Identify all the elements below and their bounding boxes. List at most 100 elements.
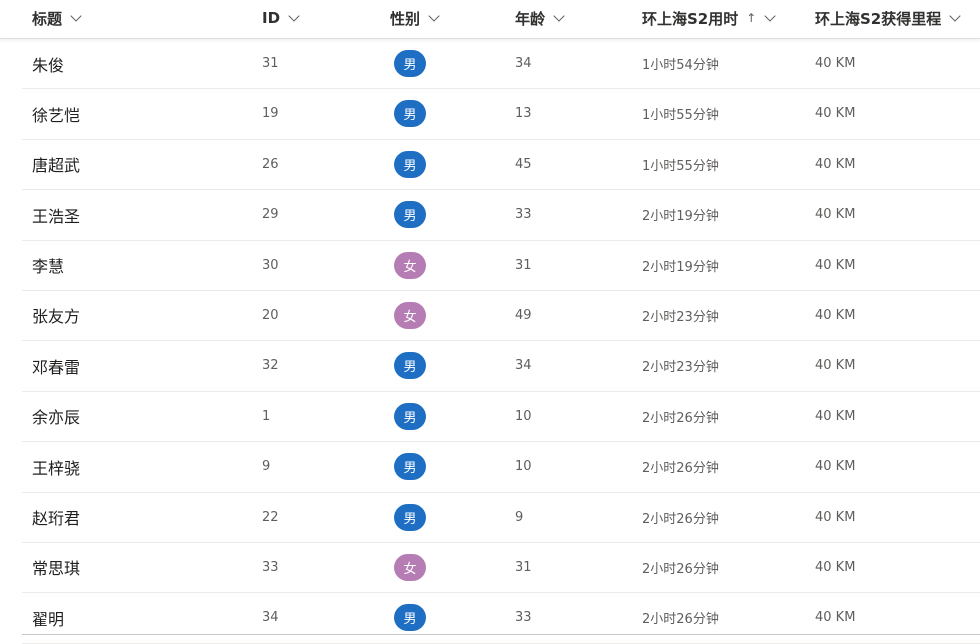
- cell-id: 30: [262, 257, 279, 273]
- chevron-down-icon: [764, 10, 776, 22]
- cell-time: 2小时23分钟: [642, 360, 719, 376]
- cell-gender: 男: [394, 140, 426, 189]
- gender-badge: 男: [394, 201, 426, 229]
- cell-title[interactable]: 邓春雷: [32, 341, 80, 390]
- table-row[interactable]: 唐超武 26 男 45 1小时55分钟 40 KM: [22, 140, 980, 191]
- cell-id: 9: [262, 459, 271, 475]
- gender-badge: 男: [394, 503, 426, 531]
- cell-gender: 女: [394, 543, 426, 592]
- cell-age: 9: [515, 509, 524, 525]
- gender-badge: 女: [394, 251, 426, 279]
- cell-id: 20: [262, 307, 279, 323]
- cell-km: 40 KM: [815, 307, 856, 323]
- table-row[interactable]: 赵珩君 22 男 9 2小时26分钟 40 KM: [22, 493, 980, 543]
- table-row[interactable]: 常思琪 33 女 31 2小时26分钟 40 KM: [22, 543, 980, 594]
- cell-time: 1小时54分钟: [642, 58, 719, 73]
- cell-gender: 男: [394, 190, 426, 239]
- table-row[interactable]: 王梓骁 9 男 10 2小时26分钟 40 KM: [22, 442, 980, 493]
- cell-title[interactable]: 唐超武: [32, 140, 80, 189]
- cell-km: 40 KM: [815, 408, 856, 424]
- cell-title[interactable]: 王梓骁: [32, 442, 80, 491]
- cell-age: 31: [515, 257, 532, 273]
- cell-km: 40 KM: [815, 207, 856, 223]
- cell-title[interactable]: 李慧: [32, 241, 64, 290]
- cell-gender: 男: [394, 39, 426, 88]
- table-row[interactable]: 王浩圣 29 男 33 2小时19分钟 40 KM: [22, 190, 980, 241]
- column-header-gender-label: 性别: [390, 9, 421, 28]
- cell-km: 40 KM: [815, 257, 856, 273]
- cell-km: 40 KM: [815, 509, 856, 525]
- cell-time: 1小时55分钟: [642, 108, 719, 124]
- cell-gender: 男: [394, 392, 426, 441]
- cell-time: 2小时26分钟: [642, 511, 719, 527]
- cell-time: 2小时26分钟: [642, 410, 719, 426]
- column-header-time-label: 环上海S2用时: [642, 9, 739, 28]
- chevron-down-icon: [949, 10, 961, 22]
- column-header-time[interactable]: 环上海S2用时 ↑: [642, 0, 776, 36]
- list-bottom-divider: [22, 634, 980, 635]
- column-header-km[interactable]: 环上海S2获得里程: [815, 0, 961, 36]
- cell-time: 1小时55分钟: [642, 158, 719, 174]
- cell-gender: 女: [394, 291, 426, 340]
- chevron-down-icon: [70, 10, 82, 22]
- cell-km: 40 KM: [815, 156, 856, 172]
- cell-title[interactable]: 朱俊: [32, 39, 64, 88]
- cell-age: 10: [515, 408, 532, 424]
- cell-km: 40 KM: [815, 559, 856, 575]
- cell-gender: 男: [394, 493, 426, 542]
- gender-badge: 男: [394, 604, 426, 632]
- cell-id: 31: [262, 56, 279, 71]
- table-row[interactable]: 李慧 30 女 31 2小时19分钟 40 KM: [22, 241, 980, 291]
- table-row[interactable]: 余亦辰 1 男 10 2小时26分钟 40 KM: [22, 392, 980, 443]
- cell-age: 49: [515, 307, 532, 323]
- gender-badge: 女: [394, 301, 426, 329]
- cell-age: 10: [515, 459, 532, 475]
- column-header-age[interactable]: 年龄: [515, 0, 565, 36]
- column-header-age-label: 年龄: [515, 9, 546, 28]
- column-header-title[interactable]: 标题: [32, 0, 82, 36]
- cell-km: 40 KM: [815, 106, 856, 122]
- cell-time: 2小时19分钟: [642, 209, 719, 225]
- table-row[interactable]: 翟明 34 男 33 2小时26分钟 40 KM: [22, 593, 980, 644]
- cell-time: 2小时26分钟: [642, 461, 719, 477]
- sort-ascending-icon: ↑: [746, 11, 757, 25]
- gender-badge: 男: [394, 453, 426, 481]
- rows-container: 朱俊 31 男 34 1小时54分钟 40 KM 徐艺恺 19 男 13 1小时55分钟 40 KM 唐…: [0, 39, 980, 644]
- cell-title[interactable]: 张友方: [32, 291, 80, 340]
- cell-age: 45: [515, 156, 532, 172]
- cell-km: 40 KM: [815, 459, 856, 475]
- table-row[interactable]: 邓春雷 32 男 34 2小时23分钟 40 KM: [22, 341, 980, 392]
- list-view: 标题 ID 性别 年龄 环上海S2用时 ↑ 环上海S2获得里程 朱俊 31 男 34 1…: [0, 0, 980, 644]
- cell-km: 40 KM: [815, 56, 856, 71]
- column-header-gender[interactable]: 性别: [390, 0, 440, 36]
- cell-id: 32: [262, 358, 279, 374]
- cell-id: 29: [262, 207, 279, 223]
- column-header-id-label: ID: [262, 9, 281, 27]
- cell-age: 33: [515, 207, 532, 223]
- cell-title[interactable]: 王浩圣: [32, 190, 80, 239]
- table-row[interactable]: 朱俊 31 男 34 1小时54分钟 40 KM: [22, 39, 980, 90]
- column-header-row: 标题 ID 性别 年龄 环上海S2用时 ↑ 环上海S2获得里程: [0, 0, 980, 39]
- gender-badge: 女: [394, 553, 426, 581]
- cell-time: 2小时19分钟: [642, 259, 719, 275]
- cell-title[interactable]: 余亦辰: [32, 392, 80, 441]
- cell-id: 33: [262, 559, 279, 575]
- cell-title[interactable]: 徐艺恺: [32, 89, 80, 138]
- cell-id: 26: [262, 156, 279, 172]
- table-row[interactable]: 张友方 20 女 49 2小时23分钟 40 KM: [22, 291, 980, 342]
- cell-age: 13: [515, 106, 532, 122]
- column-header-id[interactable]: ID: [262, 0, 300, 36]
- chevron-down-icon: [288, 10, 300, 22]
- cell-age: 31: [515, 559, 532, 575]
- gender-badge: 男: [394, 50, 426, 77]
- gender-badge: 男: [394, 402, 426, 430]
- cell-title[interactable]: 常思琪: [32, 543, 80, 592]
- table-row[interactable]: 徐艺恺 19 男 13 1小时55分钟 40 KM: [22, 89, 980, 140]
- cell-gender: 男: [394, 442, 426, 491]
- cell-time: 2小时26分钟: [642, 561, 719, 577]
- cell-title[interactable]: 赵珩君: [32, 493, 80, 542]
- chevron-down-icon: [428, 10, 440, 22]
- gender-badge: 男: [394, 100, 426, 128]
- chevron-down-icon: [553, 10, 565, 22]
- gender-badge: 男: [394, 352, 426, 380]
